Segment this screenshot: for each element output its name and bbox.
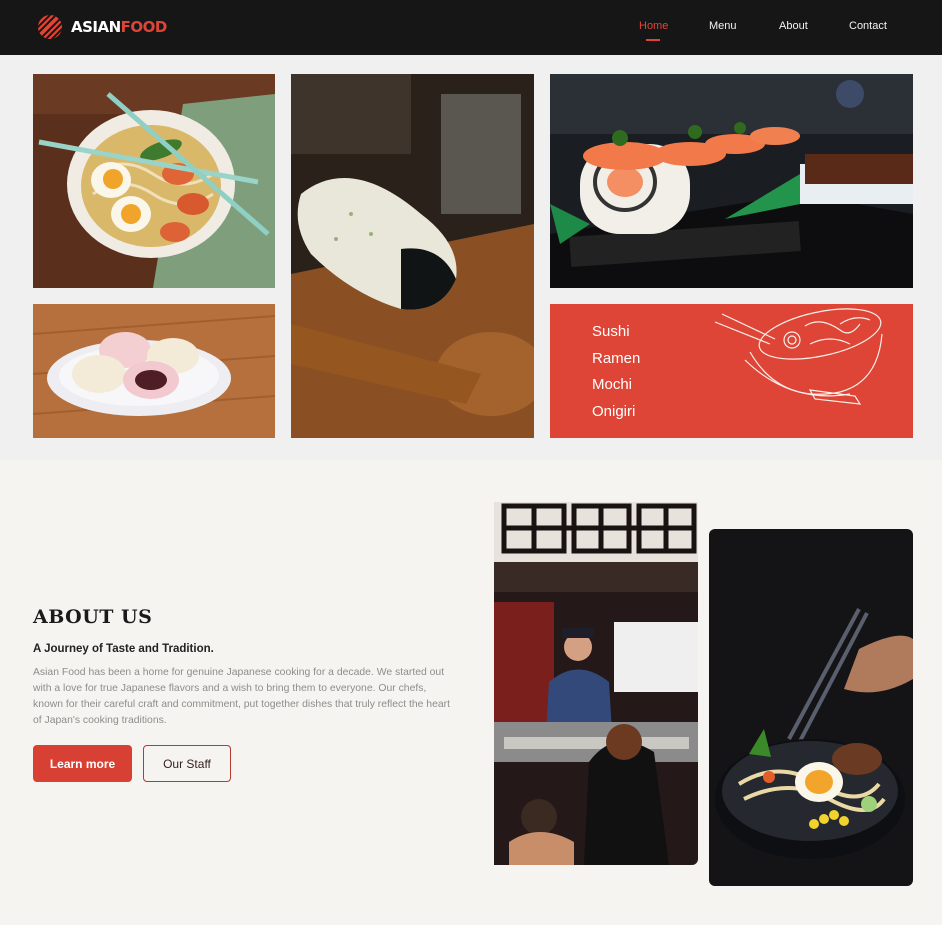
about-subtitle: A Journey of Taste and Tradition. [33, 643, 214, 655]
about-section: ABOUT US A Journey of Taste and Traditio… [0, 460, 942, 925]
chef-photo [494, 502, 698, 865]
striped-circle-icon [38, 15, 62, 39]
menu-category-list: Sushi Ramen Mochi Onigiri [592, 319, 640, 425]
mochi-photo [33, 304, 275, 438]
noodle-bowl-line-art [714, 308, 883, 405]
nav-active-indicator [646, 39, 660, 41]
nav-home[interactable]: Home [639, 20, 668, 32]
menu-category-ramen[interactable]: Ramen [592, 346, 640, 373]
ramen-photo [33, 74, 275, 288]
ramen-bowl-photo [709, 529, 913, 886]
onigiri-photo [291, 74, 534, 438]
logo[interactable]: ASIANFOOD [37, 14, 167, 40]
nav-menu[interactable]: Menu [709, 20, 737, 32]
learn-more-button[interactable]: Learn more [33, 745, 132, 782]
nav-about[interactable]: About [779, 20, 808, 32]
logo-text-food: FOOD [120, 18, 168, 36]
our-staff-button[interactable]: Our Staff [143, 745, 231, 782]
about-title: ABOUT US [33, 606, 153, 628]
logo-text: ASIANFOOD [71, 18, 167, 36]
menu-category-onigiri[interactable]: Onigiri [592, 399, 640, 426]
sushi-photo [550, 74, 913, 288]
nav-contact[interactable]: Contact [849, 20, 887, 32]
about-body: Asian Food has been a home for genuine J… [33, 667, 450, 726]
food-gallery: Sushi Ramen Mochi Onigiri [0, 55, 942, 460]
logo-text-asian: ASIAN [71, 18, 121, 36]
menu-category-mochi[interactable]: Mochi [592, 372, 640, 399]
menu-category-sushi[interactable]: Sushi [592, 319, 640, 346]
menu-categories-panel: Sushi Ramen Mochi Onigiri [550, 304, 913, 438]
top-navbar: ASIANFOOD Home Menu About Contact [0, 0, 942, 55]
